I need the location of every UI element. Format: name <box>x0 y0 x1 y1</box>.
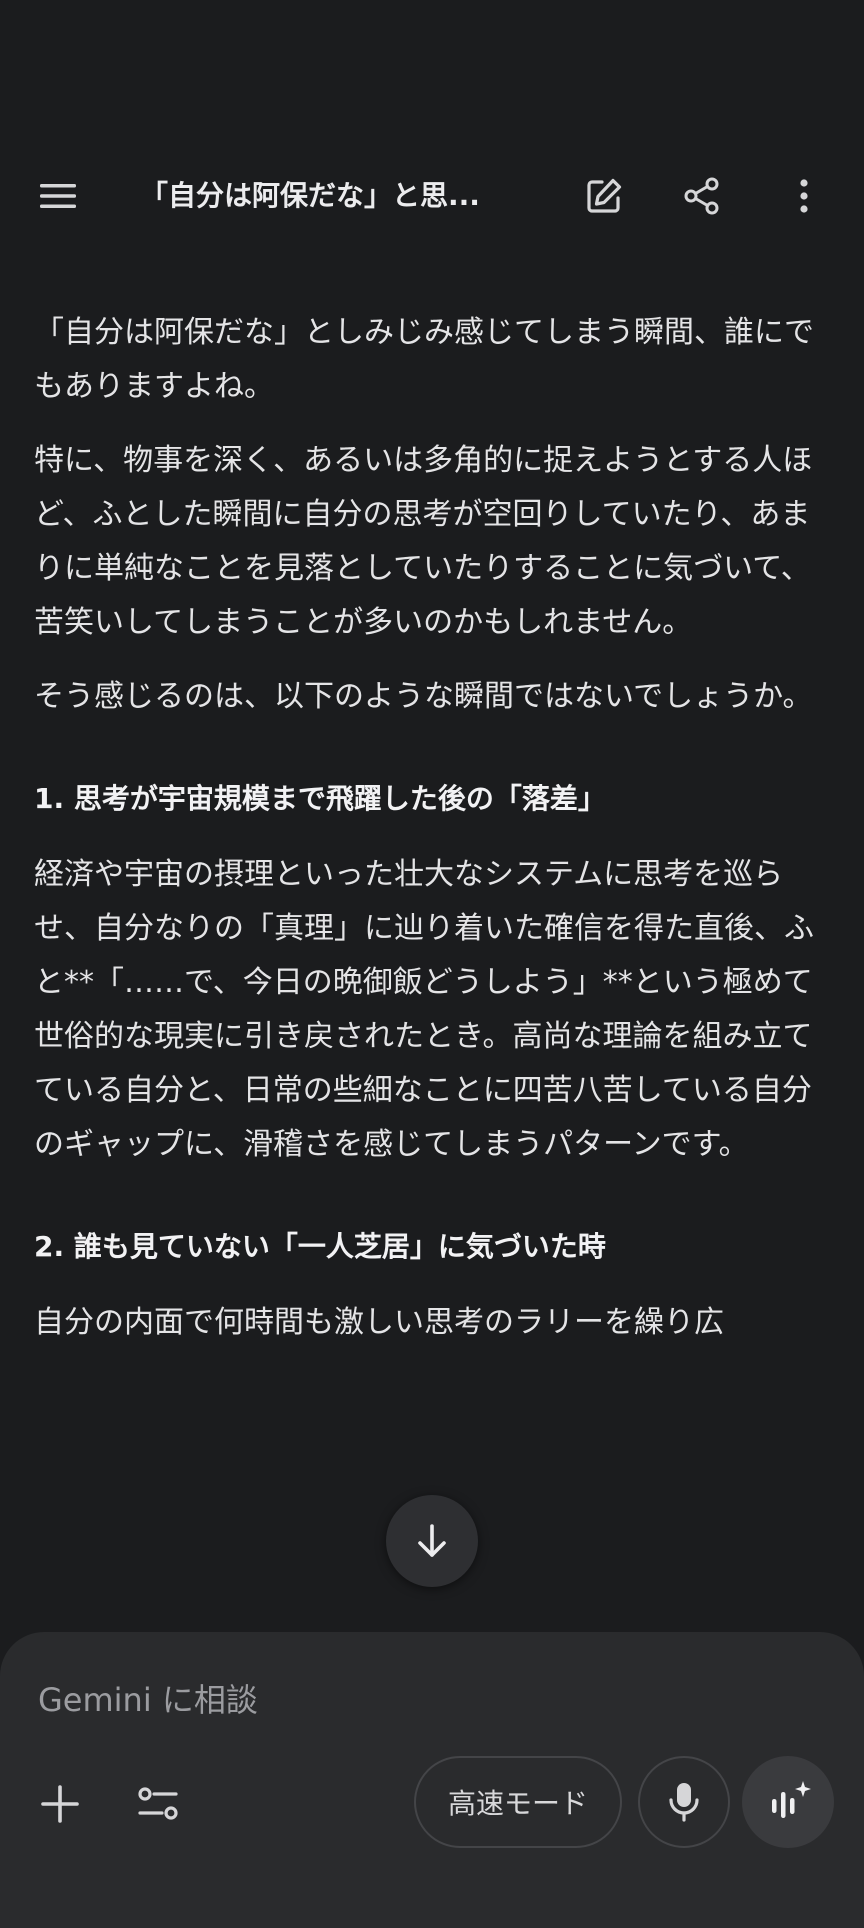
paragraph-section-2: 自分の内面で何時間も激しい思考のラリーを繰り広 <box>34 1305 724 1340</box>
share-icon <box>684 177 719 215</box>
add-attachment-button[interactable] <box>24 1768 96 1840</box>
tools-button[interactable] <box>122 1768 194 1840</box>
live-voice-button[interactable] <box>742 1756 834 1848</box>
top-app-bar: 「自分は阿保だな」と思... <box>0 160 864 232</box>
menu-button[interactable] <box>22 160 94 232</box>
more-options-button[interactable] <box>768 160 840 232</box>
mic-icon <box>669 1783 699 1822</box>
section-heading-2: 2. 誰も見ていない「一人芝居」に気づいた時 <box>34 1230 606 1263</box>
app-root: 「自分は阿保だな」と思... 「自分は阿保だな」としみじみ感じてしまう瞬間、誰に… <box>0 0 864 1928</box>
page-title: 「自分は阿保だな」と思... <box>140 179 480 212</box>
arrow-down-icon <box>418 1524 446 1557</box>
paragraph-section-1: 経済や宇宙の摂理といった壮大なシステムに思考を巡らせ、自分なりの「真理」に辿り着… <box>34 857 814 1162</box>
edit-icon <box>587 178 622 213</box>
more-vert-icon <box>800 179 808 213</box>
response-content: 「自分は阿保だな」としみじみ感じてしまう瞬間、誰にでもありますよね。 特に、物事… <box>34 306 824 1370</box>
share-button[interactable] <box>666 160 738 232</box>
plus-icon <box>41 1785 79 1823</box>
mode-selector-button[interactable]: 高速モード <box>414 1756 622 1848</box>
section-heading-1: 1. 思考が宇宙規模まで飛躍した後の「落差」 <box>34 782 606 815</box>
paragraph-intro: 「自分は阿保だな」としみじみ感じてしまう瞬間、誰にでもありますよね。 <box>34 315 814 404</box>
edit-button[interactable] <box>568 160 640 232</box>
paragraph-detail: 特に、物事を深く、あるいは多角的に捉えようとする人ほど、ふとした瞬間に自分の思考… <box>34 443 813 640</box>
tools-icon <box>138 1787 178 1820</box>
input-panel: 高速モード <box>0 1632 864 1928</box>
prompt-input[interactable] <box>38 1672 818 1728</box>
paragraph-lead: そう感じるのは、以下のような瞬間ではないでしょうか。 <box>34 679 813 714</box>
microphone-button[interactable] <box>638 1756 730 1848</box>
menu-icon <box>40 184 76 208</box>
live-sparkle-icon <box>772 1781 811 1818</box>
scroll-to-bottom-button[interactable] <box>386 1495 478 1587</box>
